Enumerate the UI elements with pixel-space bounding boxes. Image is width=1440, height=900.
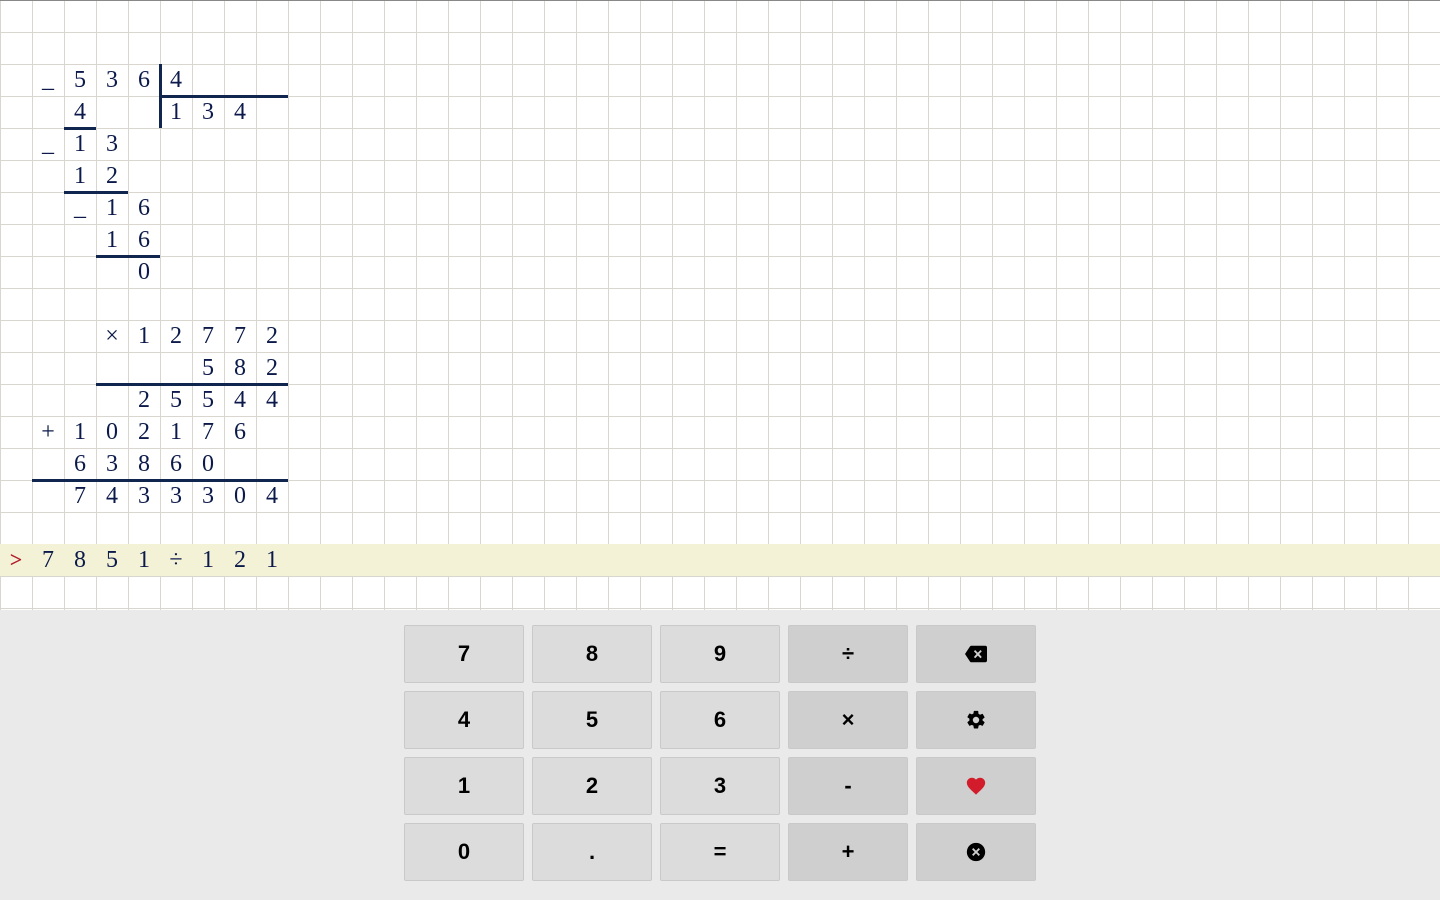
multiplication-digit: 5 [160, 384, 192, 416]
multiplication-digit: 0 [96, 416, 128, 448]
key-plus[interactable]: + [788, 823, 908, 881]
keypad-panel: 789÷ 456× 123- 0.=+ [0, 610, 1440, 900]
key-1[interactable]: 1 [404, 757, 524, 815]
multiplication-digit: 3 [192, 480, 224, 512]
multiplication-digit: 4 [224, 384, 256, 416]
multiplication-digit: 8 [128, 448, 160, 480]
multiplication-digit: 8 [224, 352, 256, 384]
input-char: 7 [32, 544, 64, 576]
multiplication-digit: 5 [192, 352, 224, 384]
multiplication-digit: 7 [192, 320, 224, 352]
division-digit: 1 [160, 96, 192, 128]
multiplication-digit: 6 [224, 416, 256, 448]
key-favorite[interactable] [916, 757, 1036, 815]
multiplication-digit: 0 [224, 480, 256, 512]
input-char: 5 [96, 544, 128, 576]
key-settings[interactable] [916, 691, 1036, 749]
division-digit: 4 [64, 96, 96, 128]
division-digit: 1 [64, 160, 96, 192]
multiplication-digit: 1 [64, 416, 96, 448]
backspace-icon [965, 643, 987, 665]
input-char: 1 [192, 544, 224, 576]
division-digit: 4 [160, 64, 192, 96]
multiplication-digit: 3 [160, 480, 192, 512]
key-5[interactable]: 5 [532, 691, 652, 749]
division-digit: 6 [128, 192, 160, 224]
multiplication-digit: 2 [128, 416, 160, 448]
key-close[interactable] [916, 823, 1036, 881]
input-char: 1 [256, 544, 288, 576]
multiplication-digit: 6 [64, 448, 96, 480]
multiplication-digit: 5 [192, 384, 224, 416]
key-7[interactable]: 7 [404, 625, 524, 683]
division-digit: 6 [128, 224, 160, 256]
multiplication-digit: 3 [96, 448, 128, 480]
multiplication-digit: 4 [96, 480, 128, 512]
multiplication-rule [96, 383, 288, 386]
multiplication-digit: 0 [192, 448, 224, 480]
key-multiply[interactable]: × [788, 691, 908, 749]
key-minus[interactable]: - [788, 757, 908, 815]
multiplication-digit: 2 [160, 320, 192, 352]
multiplication-digit: 7 [192, 416, 224, 448]
key-6[interactable]: 6 [660, 691, 780, 749]
division-digit: 1 [96, 224, 128, 256]
key-3[interactable]: 3 [660, 757, 780, 815]
key-9[interactable]: 9 [660, 625, 780, 683]
division-digit: 3 [96, 128, 128, 160]
division-digit: 6 [128, 64, 160, 96]
worksheet-grid: _53644134_1312_16160×1277258225544+10217… [0, 0, 1440, 610]
multiplication-digit: 7 [64, 480, 96, 512]
key-equals[interactable]: = [660, 823, 780, 881]
division-step-rule [64, 191, 128, 194]
multiplication-digit: 4 [256, 384, 288, 416]
division-digit: 5 [64, 64, 96, 96]
input-char: 2 [224, 544, 256, 576]
input-char: ÷ [160, 544, 192, 576]
multiplication-rule [32, 479, 288, 482]
key-0[interactable]: 0 [404, 823, 524, 881]
division-digit: 3 [96, 64, 128, 96]
multiplication-digit: 3 [128, 480, 160, 512]
division-digit: 4 [224, 96, 256, 128]
close-circle-icon [965, 841, 987, 863]
multiplication-digit: × [96, 320, 128, 352]
multiplication-digit: 7 [224, 320, 256, 352]
division-step-rule [96, 255, 160, 258]
multiplication-digit: 1 [160, 416, 192, 448]
key-4[interactable]: 4 [404, 691, 524, 749]
division-step-rule [64, 127, 96, 130]
multiplication-digit: 6 [160, 448, 192, 480]
multiplication-digit: 2 [256, 320, 288, 352]
division-digit: _ [32, 128, 64, 160]
division-digit: 1 [96, 192, 128, 224]
division-digit: _ [64, 192, 96, 224]
prompt-caret: > [0, 544, 32, 576]
multiplication-digit: 2 [256, 352, 288, 384]
key-2[interactable]: 2 [532, 757, 652, 815]
division-digit: 0 [128, 256, 160, 288]
key-divide[interactable]: ÷ [788, 625, 908, 683]
division-digit: 1 [64, 128, 96, 160]
key-backspace[interactable] [916, 625, 1036, 683]
multiplication-digit: 1 [128, 320, 160, 352]
division-digit: _ [32, 64, 64, 96]
division-digit: 3 [192, 96, 224, 128]
multiplication-digit: 2 [128, 384, 160, 416]
input-char: 1 [128, 544, 160, 576]
heart-icon [965, 775, 987, 797]
division-quotient-rule [160, 95, 288, 98]
gear-icon [965, 709, 987, 731]
division-digit: 2 [96, 160, 128, 192]
input-char: 8 [64, 544, 96, 576]
multiplication-digit: + [32, 416, 64, 448]
key-8[interactable]: 8 [532, 625, 652, 683]
key-decimal[interactable]: . [532, 823, 652, 881]
multiplication-digit: 4 [256, 480, 288, 512]
